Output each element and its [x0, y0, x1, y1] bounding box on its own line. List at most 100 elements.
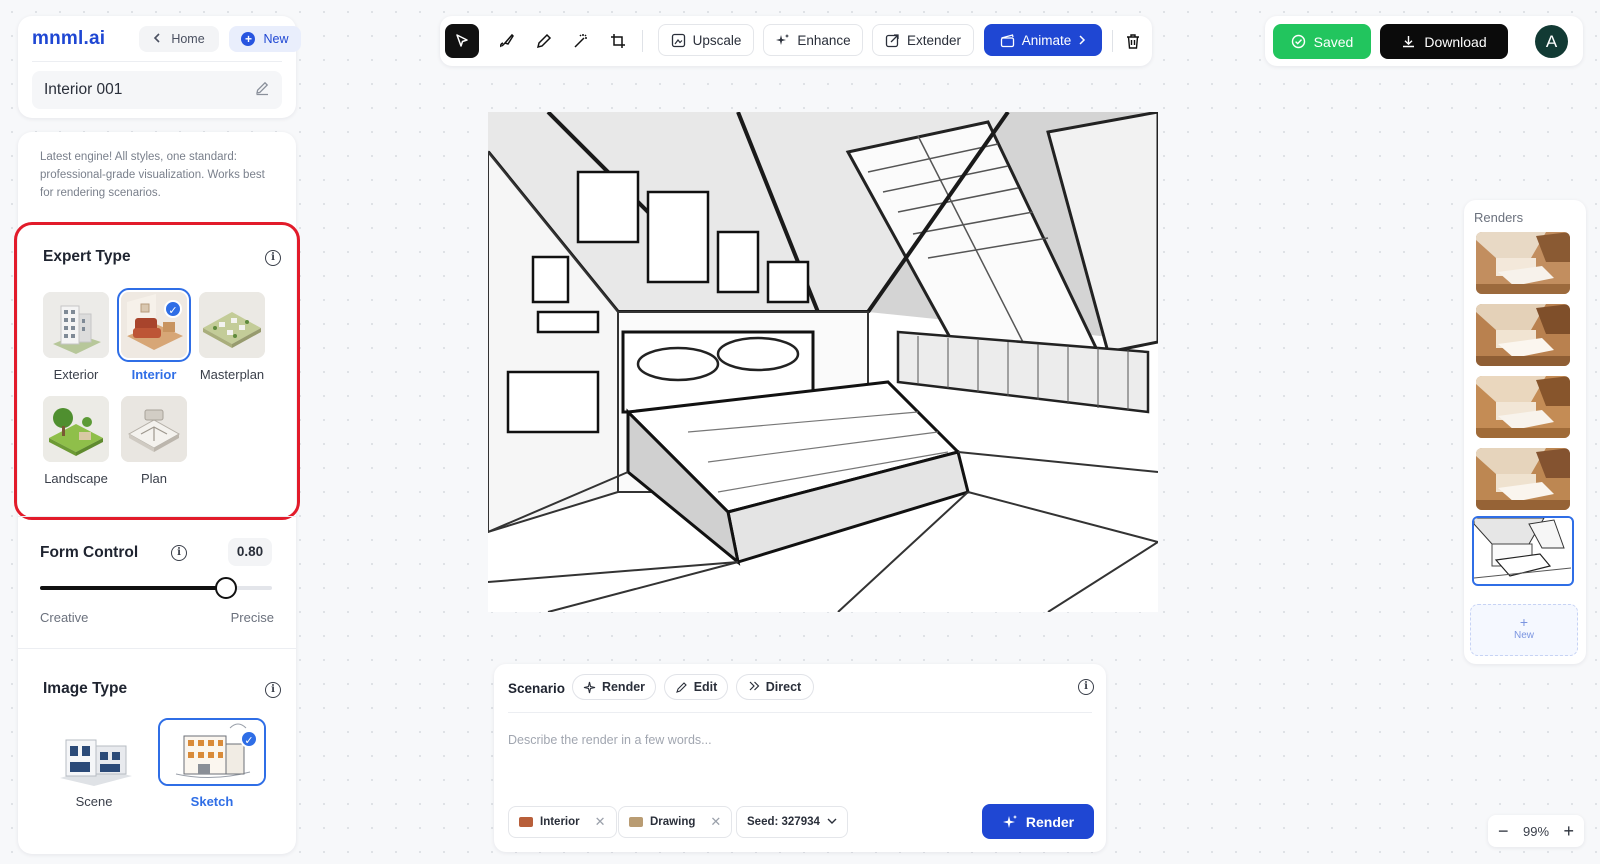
home-button-label: Home	[171, 32, 205, 46]
mode-direct-chip[interactable]: Direct	[736, 674, 814, 700]
close-icon[interactable]: ✕	[595, 814, 606, 830]
crop-icon	[611, 34, 625, 48]
expert-label-masterplan: Masterplan	[199, 367, 265, 382]
form-control-slider[interactable]	[40, 577, 272, 599]
chevron-right-icon	[1078, 33, 1086, 48]
download-icon	[1403, 36, 1415, 48]
floor-plan-icon	[121, 396, 187, 462]
renders-title: Renders	[1474, 210, 1524, 225]
extender-button[interactable]: Extender	[872, 24, 974, 56]
close-icon[interactable]: ✕	[710, 814, 721, 830]
info-icon[interactable]: i	[1078, 679, 1094, 695]
expert-option-landscape[interactable]	[43, 396, 109, 462]
image-label-scene: Scene	[75, 794, 113, 809]
interior-tag-label: Interior	[540, 816, 580, 828]
image-option-sketch[interactable]	[158, 718, 266, 786]
settings-panel: Latest engine! All styles, one standard:…	[14, 132, 300, 854]
chevron-left-icon	[153, 32, 161, 46]
extend-square-icon	[885, 33, 899, 47]
brush-tool-button[interactable]	[490, 24, 524, 58]
animate-label: Animate	[1021, 32, 1072, 48]
seed-dropdown[interactable]: Seed: 327934	[736, 806, 848, 838]
slider-handle[interactable]	[214, 577, 237, 599]
drawing-tag-label: Drawing	[650, 816, 696, 828]
render-thumbnail[interactable]	[1476, 304, 1570, 366]
upscale-label: Upscale	[692, 32, 742, 48]
trash-icon	[1127, 33, 1139, 49]
sparkle-icon	[583, 681, 596, 693]
crop-tool-button[interactable]	[601, 24, 635, 58]
new-render-button[interactable]: + New	[1470, 604, 1578, 656]
render-photo-thumbnail	[1476, 232, 1570, 294]
zoom-out-button[interactable]: −	[1498, 821, 1509, 842]
magic-wand-tool-button[interactable]	[564, 24, 598, 58]
plus-icon: +	[1519, 614, 1529, 630]
animate-button[interactable]: Animate	[984, 24, 1102, 56]
check-circle-icon	[1291, 34, 1305, 49]
form-control-value[interactable]: 0.80	[228, 538, 272, 566]
document-actions: Saved Download A	[1265, 16, 1583, 66]
render-thumbnail-selected[interactable]	[1472, 516, 1574, 586]
extender-label: Extender	[906, 32, 962, 48]
prompt-panel: Scenario Render Edit Direct i Describe t…	[494, 664, 1106, 852]
delete-button[interactable]	[1116, 24, 1150, 58]
pencil-icon[interactable]	[254, 80, 270, 101]
app-logo[interactable]: mnml.ai	[32, 28, 105, 50]
drawing-tag[interactable]: Drawing ✕	[618, 806, 733, 838]
info-icon[interactable]: i	[265, 682, 281, 698]
slider-min-label: Creative	[40, 610, 89, 625]
enhance-button[interactable]: Enhance	[763, 24, 863, 56]
render-thumbnail[interactable]	[1476, 232, 1570, 294]
home-button[interactable]: Home	[139, 26, 219, 52]
info-icon[interactable]: i	[171, 545, 187, 561]
project-name: Interior 001	[44, 81, 123, 98]
download-button[interactable]: Download	[1380, 24, 1508, 59]
saved-label: Saved	[1313, 33, 1354, 50]
upscale-button[interactable]: Upscale	[658, 24, 754, 56]
render-button-label: Render	[1025, 813, 1075, 830]
zoom-in-button[interactable]: +	[1563, 821, 1574, 842]
expert-option-exterior[interactable]	[43, 292, 109, 358]
masterplan-map-icon	[199, 292, 265, 358]
section-divider	[18, 648, 296, 649]
zoom-control: − 99% +	[1488, 815, 1584, 847]
toolbar-divider	[642, 30, 643, 52]
pen-tool-button[interactable]	[527, 24, 561, 58]
drawing-thumbnail-icon	[629, 817, 643, 827]
expert-label-landscape: Landscape	[44, 471, 108, 486]
new-render-label: New	[1513, 630, 1534, 641]
mode-render-chip[interactable]: Render	[572, 674, 656, 700]
user-avatar[interactable]: A	[1535, 25, 1568, 58]
render-photo-thumbnail	[1476, 304, 1570, 366]
sparkle-icon	[776, 33, 790, 45]
toolbar-divider	[1112, 30, 1113, 52]
render-thumbnail[interactable]	[1476, 448, 1570, 510]
prompt-input[interactable]: Describe the render in a few words...	[508, 733, 712, 747]
render-sketch-thumbnail	[1474, 518, 1572, 583]
render-button[interactable]: Render	[982, 804, 1094, 839]
project-name-field[interactable]: Interior 001	[32, 71, 282, 109]
cursor-arrow-icon	[456, 34, 468, 47]
canvas-image[interactable]	[488, 112, 1158, 612]
new-button-label: New	[263, 32, 289, 46]
select-tool-button[interactable]	[445, 24, 479, 58]
chevron-down-icon	[827, 816, 837, 828]
pen-icon	[536, 33, 552, 49]
info-icon[interactable]: i	[265, 250, 281, 266]
new-project-button[interactable]: + New	[229, 26, 301, 52]
project-header-card: mnml.ai Home + New Interior 001	[18, 16, 301, 118]
expert-label-plan: Plan	[140, 471, 168, 486]
interior-tag[interactable]: Interior ✕	[508, 806, 617, 838]
enhance-label: Enhance	[797, 32, 851, 48]
saved-button[interactable]: Saved	[1273, 24, 1371, 59]
download-label: Download	[1424, 33, 1487, 50]
engine-description: Latest engine! All styles, one standard:…	[40, 151, 265, 199]
render-thumbnail[interactable]	[1476, 376, 1570, 438]
image-option-scene[interactable]	[40, 720, 148, 788]
expert-option-plan[interactable]	[121, 396, 187, 462]
slider-max-label: Precise	[230, 610, 274, 625]
expert-option-masterplan[interactable]	[199, 292, 265, 358]
zoom-level: 99%	[1522, 823, 1550, 839]
mode-edit-chip[interactable]: Edit	[664, 674, 728, 700]
plus-circle-icon: +	[241, 32, 256, 46]
